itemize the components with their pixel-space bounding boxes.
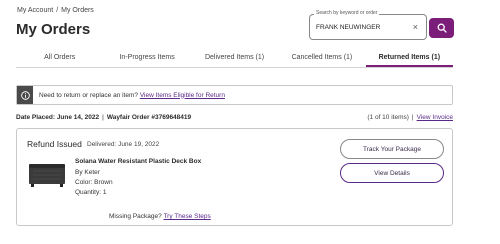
return-notice: Need to return or replace an item? View … (16, 85, 453, 105)
tab-returned-items[interactable]: Returned Items (1) (365, 46, 454, 67)
breadcrumb-my-orders[interactable]: My Orders (61, 7, 94, 14)
date-placed: Date Placed: June 14, 2022 (16, 114, 100, 121)
product-color: Color: Brown (75, 179, 113, 186)
clear-icon[interactable]: × (413, 22, 418, 32)
product-brand: By Keter (75, 169, 100, 176)
order-item-card: Refund Issued Delivered: June 19, 2022 S… (16, 128, 453, 226)
tab-all-orders[interactable]: All Orders (16, 46, 103, 67)
order-separator: | (102, 114, 104, 121)
notice-text: Need to return or replace an item? View … (39, 92, 225, 99)
search-input[interactable] (316, 24, 408, 31)
view-details-button[interactable]: View Details (340, 163, 444, 183)
product-name[interactable]: Solana Water Resistant Plastic Deck Box (75, 158, 201, 165)
tab-delivered-items[interactable]: Delivered Items (1) (191, 46, 278, 67)
item-count: (1 of 10 items) (367, 114, 409, 121)
tab-cancelled-items[interactable]: Cancelled Items (1) (278, 46, 365, 67)
search-icon (437, 23, 447, 33)
missing-package: Missing Package? Try These Steps (109, 213, 211, 220)
search-button[interactable] (429, 18, 454, 38)
notice-message: Need to return or replace an item? (39, 91, 138, 99)
track-package-button[interactable]: Track Your Package (340, 139, 444, 159)
order-actions-separator: | (411, 114, 414, 121)
view-eligible-items-link[interactable]: View Items Eligible for Return (140, 92, 225, 99)
order-tabs: All Orders In-Progress Items Delivered I… (16, 46, 454, 68)
missing-package-text: Missing Package? (109, 213, 162, 220)
order-actions: (1 of 10 items) | View Invoice (367, 114, 453, 121)
breadcrumb-my-account[interactable]: My Account (17, 7, 53, 14)
product-image[interactable] (27, 161, 67, 189)
breadcrumb-separator: / (56, 7, 59, 14)
tab-in-progress-items[interactable]: In-Progress Items (103, 46, 190, 67)
view-invoice-link[interactable]: View Invoice (417, 114, 453, 121)
breadcrumb: My Account / My Orders (17, 7, 94, 14)
order-number: Wayfair Order #3769648419 (106, 114, 192, 121)
page-title: My Orders (16, 21, 91, 38)
product-quantity: Quantity: 1 (75, 189, 107, 196)
try-these-steps-link[interactable]: Try These Steps (163, 213, 210, 220)
info-icon (17, 86, 33, 104)
order-summary: Date Placed: June 14, 2022 | Wayfair Order… (16, 114, 191, 121)
status-title: Refund Issued (27, 139, 82, 149)
search-label: Search by keyword or order (314, 10, 380, 16)
search-box: Search by keyword or order × (309, 10, 427, 40)
status-date: Delivered: June 19, 2022 (87, 141, 160, 148)
